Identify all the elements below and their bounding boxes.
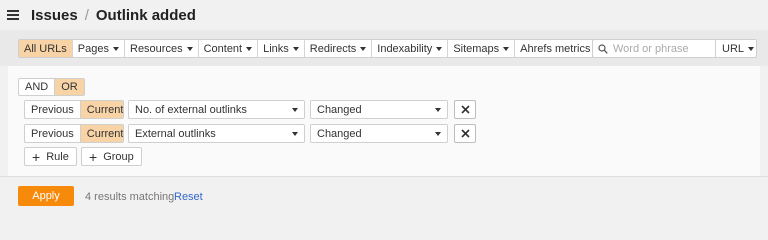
hamburger-icon[interactable] — [7, 10, 19, 20]
filter-indexability[interactable]: Indexability — [372, 40, 449, 57]
apply-button[interactable]: Apply — [18, 186, 74, 206]
search-input[interactable] — [613, 42, 713, 55]
logic-and[interactable]: AND — [19, 79, 56, 95]
add-group-button[interactable]: + Group — [81, 147, 142, 166]
add-group-label: Group — [103, 150, 134, 163]
chevron-down-icon — [748, 46, 755, 51]
filter-links[interactable]: Links — [258, 40, 305, 57]
filter-segment-bar: All URLs Pages Resources Content Links R… — [18, 39, 607, 58]
filter-sitemaps[interactable]: Sitemaps — [448, 40, 516, 57]
remove-rule-button[interactable] — [454, 124, 476, 143]
chevron-down-icon — [292, 132, 298, 136]
results-count: 4 results matching — [85, 191, 175, 203]
logic-toggle: AND OR — [18, 78, 85, 96]
reset-link[interactable]: Reset — [174, 191, 203, 203]
chevron-down-icon — [436, 46, 443, 51]
chevron-down-icon — [360, 46, 367, 51]
page-title: Outlink added — [95, 6, 196, 24]
chevron-down-icon — [292, 108, 298, 112]
plus-icon: + — [89, 148, 98, 165]
toggle-previous[interactable]: Previous — [25, 101, 81, 118]
search-scope-select[interactable]: URL — [715, 39, 757, 58]
close-icon — [460, 105, 470, 114]
chevron-down-icon — [246, 46, 253, 51]
breadcrumb-issues[interactable]: Issues — [31, 7, 78, 24]
breadcrumb-separator: / — [84, 6, 89, 24]
chevron-down-icon — [435, 108, 441, 112]
remove-rule-button[interactable] — [454, 100, 476, 119]
condition-select-value: Changed — [317, 127, 362, 140]
search-scope-value: URL — [722, 42, 745, 55]
previous-current-toggle: Previous Current — [24, 124, 124, 143]
toggle-current[interactable]: Current — [80, 101, 123, 118]
search-box — [592, 39, 716, 58]
condition-select-value: Changed — [317, 103, 362, 116]
header: Issues / Outlink added — [0, 0, 768, 30]
condition-select[interactable]: Changed — [310, 100, 448, 119]
filter-redirects[interactable]: Redirects — [305, 40, 373, 57]
divider — [0, 176, 768, 177]
toggle-current[interactable]: Current — [80, 125, 123, 142]
chevron-down-icon — [292, 46, 299, 51]
chevron-down-icon — [503, 46, 510, 51]
chevron-down-icon — [186, 46, 193, 51]
search-icon — [598, 43, 608, 54]
field-select[interactable]: No. of external outlinks — [128, 100, 305, 119]
field-select[interactable]: External outlinks — [128, 124, 305, 143]
chevron-down-icon — [435, 132, 441, 136]
condition-select[interactable]: Changed — [310, 124, 448, 143]
toggle-previous[interactable]: Previous — [25, 125, 81, 142]
field-select-value: No. of external outlinks — [135, 103, 247, 116]
add-rule-label: Rule — [46, 150, 69, 163]
add-rule-button[interactable]: + Rule — [24, 147, 77, 166]
filter-resources[interactable]: Resources — [125, 40, 199, 57]
filter-all-urls[interactable]: All URLs — [19, 40, 73, 57]
field-select-value: External outlinks — [135, 127, 216, 140]
close-icon — [460, 129, 470, 138]
plus-icon: + — [32, 148, 41, 165]
previous-current-toggle: Previous Current — [24, 100, 124, 119]
logic-or[interactable]: OR — [55, 79, 84, 95]
chevron-down-icon — [113, 46, 119, 51]
filter-content[interactable]: Content — [199, 40, 259, 57]
filter-pages[interactable]: Pages — [73, 40, 125, 57]
